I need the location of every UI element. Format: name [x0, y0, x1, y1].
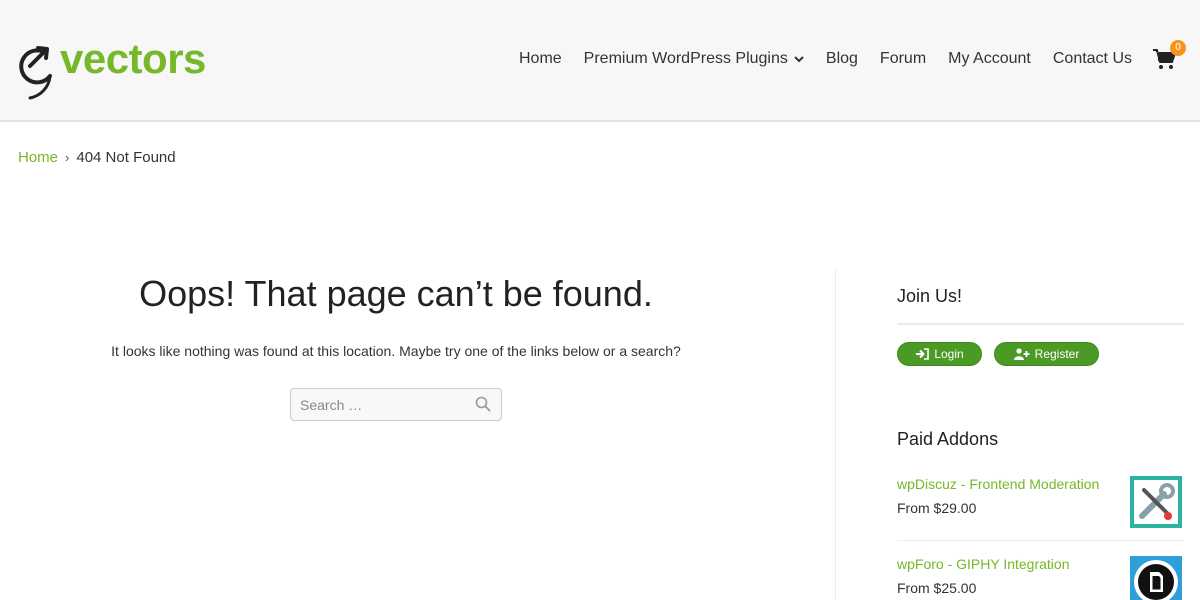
main-nav: Home Premium WordPress Plugins Blog Foru…	[519, 48, 1132, 70]
breadcrumb-separator: ›	[65, 150, 70, 165]
nav-premium-plugins[interactable]: Premium WordPress Plugins	[584, 48, 804, 70]
join-us-rule	[897, 323, 1184, 325]
logo-text: vectors	[60, 35, 206, 82]
login-label: Login	[934, 347, 964, 361]
addon-link-giphy-integration[interactable]: wpForo - GIPHY Integration	[897, 555, 1069, 573]
nav-contact-us[interactable]: Contact Us	[1053, 48, 1132, 70]
gif-file-icon	[1130, 556, 1182, 600]
register-button[interactable]: Register	[994, 342, 1099, 366]
nav-blog[interactable]: Blog	[826, 48, 858, 70]
addon-price-giphy-integration: From $25.00	[897, 580, 977, 596]
breadcrumb: Home › 404 Not Found	[18, 148, 176, 168]
frontend-moderation-thumbnail[interactable]	[1130, 476, 1182, 528]
search-form	[290, 388, 502, 421]
search-button[interactable]	[475, 396, 493, 414]
register-label: Register	[1034, 347, 1080, 361]
chevron-down-icon	[794, 56, 804, 63]
addon-separator	[897, 540, 1184, 541]
addon-price-frontend-moderation: From $29.00	[897, 500, 977, 516]
cart-count-badge: 0	[1170, 40, 1186, 56]
search-icon	[475, 396, 491, 412]
paid-addons-heading: Paid Addons	[897, 429, 999, 449]
site-logo[interactable]: vectors	[16, 36, 206, 102]
nav-forum[interactable]: Forum	[880, 48, 926, 70]
addon-link-frontend-moderation[interactable]: wpDiscuz - Frontend Moderation	[897, 475, 1099, 493]
giphy-integration-thumbnail[interactable]	[1130, 556, 1182, 600]
sign-in-icon	[915, 348, 930, 360]
join-us-heading: Join Us!	[897, 286, 963, 306]
nav-my-account[interactable]: My Account	[948, 48, 1031, 70]
not-found-message: It looks like nothing was found at this …	[111, 343, 681, 359]
login-button[interactable]: Login	[897, 342, 982, 366]
cart-button[interactable]: 0	[1152, 40, 1186, 74]
tools-icon	[1130, 476, 1182, 528]
logo-mark-icon	[19, 46, 52, 100]
site-header: vectors Home Premium WordPress Plugins B…	[0, 0, 1200, 122]
content-divider	[835, 268, 836, 600]
breadcrumb-current: 404 Not Found	[76, 149, 176, 166]
nav-premium-plugins-label: Premium WordPress Plugins	[583, 50, 788, 67]
search-input[interactable]	[291, 389, 471, 420]
breadcrumb-home-link[interactable]: Home	[18, 148, 58, 168]
user-plus-icon	[1013, 348, 1030, 360]
nav-home[interactable]: Home	[519, 48, 562, 70]
page-title: Oops! That page can’t be found.	[139, 273, 653, 314]
